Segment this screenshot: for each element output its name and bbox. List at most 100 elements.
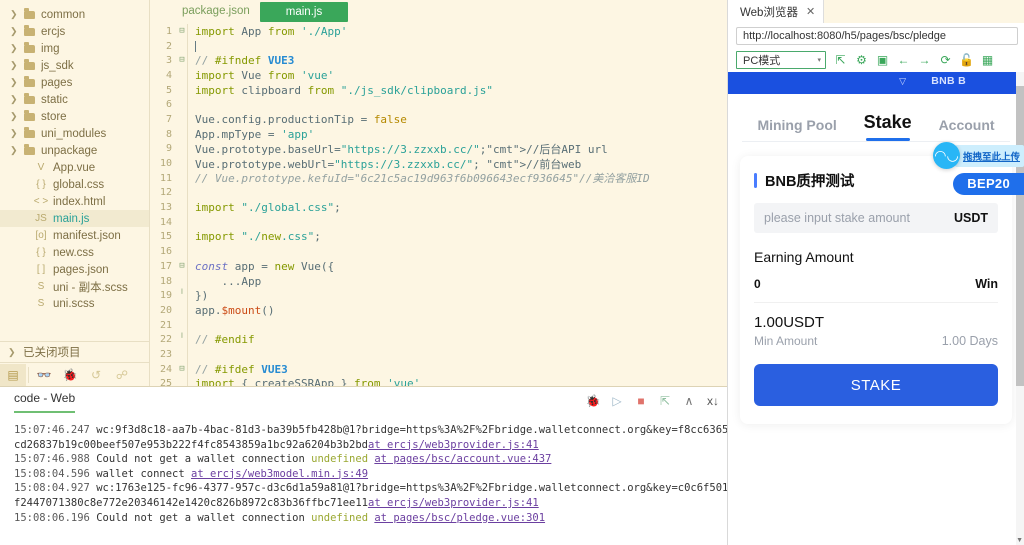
stake-amount-placeholder: please input stake amount: [764, 211, 910, 225]
search-icon[interactable]: 👓: [31, 364, 57, 386]
forward-arrow-icon[interactable]: →: [914, 50, 935, 70]
collapse-icon[interactable]: ∧: [682, 394, 696, 408]
log-source-link[interactable]: at pages/bsc/pledge.vue:301: [374, 512, 545, 524]
settings-gear-icon[interactable]: ⚙: [851, 50, 872, 70]
bug-icon[interactable]: 🐞: [586, 394, 601, 408]
tree-item-new-css[interactable]: { } new.css: [0, 244, 149, 261]
tree-item-index-html[interactable]: < > index.html: [0, 193, 149, 210]
console-tab-code-web[interactable]: code - Web: [14, 389, 76, 413]
scroll-down-arrow-icon[interactable]: ▼: [1016, 537, 1023, 544]
editor-tab-main-js[interactable]: main.js: [259, 2, 349, 22]
device-mode-label: PC模式: [743, 55, 781, 67]
line-number: 23: [159, 348, 172, 360]
code-fold-icon[interactable]: ⊟: [177, 261, 187, 271]
code-fold-icon[interactable]: ⊟: [177, 56, 187, 65]
chevron-right-icon[interactable]: ❯: [10, 44, 20, 53]
code-fold-icon[interactable]: ⊟: [177, 26, 187, 36]
page-tab-stake[interactable]: Stake: [864, 112, 912, 141]
line-number: 4: [165, 69, 172, 81]
back-arrow-icon[interactable]: ←: [893, 50, 914, 70]
tree-item-label: static: [41, 93, 68, 106]
code-fold-icon[interactable]: ╵: [177, 335, 187, 344]
tree-item-js-sdk[interactable]: ❯ js_sdk: [0, 57, 149, 74]
closed-projects-label: 已关闭项目: [23, 347, 81, 359]
debug-icon[interactable]: 🐞: [57, 364, 83, 386]
project-tree[interactable]: ❯ common ❯ ercjs ❯ img ❯ js_sdk ❯ pages ❯ static ❯ st…: [0, 0, 149, 339]
history-icon[interactable]: ↺: [83, 364, 109, 386]
tree-item-img[interactable]: ❯ img: [0, 40, 149, 57]
chevron-right-icon[interactable]: ❯: [10, 27, 20, 36]
tree-item-uni-scss[interactable]: Suni.scss: [0, 295, 149, 312]
tree-item-common[interactable]: ❯ common: [0, 6, 149, 23]
qrcode-icon[interactable]: ▦: [977, 50, 998, 70]
code-fold-icon[interactable]: ╵: [177, 291, 187, 300]
tree-item-app-vue[interactable]: V App.vue: [0, 159, 149, 176]
address-bar[interactable]: http://localhost:8080/h5/pages/bsc/pledg…: [736, 27, 1018, 45]
tree-item-label: uni.scss: [53, 297, 95, 310]
open-external-icon[interactable]: ⇱: [830, 50, 851, 70]
tree-item-ercjs[interactable]: ❯ ercjs: [0, 23, 149, 40]
chevron-right-icon[interactable]: ❯: [10, 10, 20, 19]
tree-item-store[interactable]: ❯ store: [0, 108, 149, 125]
log-message: wallet connect: [96, 467, 192, 480]
folder-icon: [22, 109, 36, 121]
lock-icon[interactable]: 🔓: [956, 50, 977, 70]
reload-icon[interactable]: ⟳: [935, 50, 956, 70]
console-log-line: 15:07:46.988 Could not get a wallet conn…: [14, 452, 734, 467]
browser-tab[interactable]: Web浏览器 ✕: [728, 0, 825, 23]
export-icon[interactable]: ⇱: [658, 394, 672, 408]
page-nav-tabs[interactable]: Mining Pool Stake Account: [728, 94, 1024, 141]
upload-float-button[interactable]: ◠◡ 拖拽至此上传: [932, 142, 1024, 169]
file-icon: S: [37, 281, 45, 292]
earning-row: 0 Win: [754, 277, 998, 291]
closed-projects-row[interactable]: ❯ 已关闭项目: [0, 342, 149, 362]
chevron-right-icon[interactable]: ❯: [10, 61, 20, 70]
tree-item-pages[interactable]: ❯ pages: [0, 74, 149, 91]
stake-button[interactable]: STAKE: [754, 364, 998, 406]
chevron-right-icon[interactable]: ❯: [10, 129, 20, 138]
line-number: 10: [159, 158, 172, 170]
browser-tab-label: Web浏览器: [740, 6, 798, 19]
tree-item-pages-json[interactable]: [ ] pages.json: [0, 261, 149, 278]
editor-tab-package-json[interactable]: package.json: [172, 2, 260, 20]
line-number: 8: [165, 128, 172, 140]
log-source-link[interactable]: at ercjs/web3provider.js:41: [368, 497, 539, 509]
chevron-right-icon[interactable]: ❯: [10, 95, 20, 104]
tree-item-global-css[interactable]: { } global.css: [0, 176, 149, 193]
chevron-right-icon[interactable]: ❯: [10, 112, 20, 121]
stake-amount-input[interactable]: please input stake amount USDT: [754, 203, 998, 233]
chevron-right-icon[interactable]: ❯: [10, 78, 20, 87]
file-icon: { }: [36, 247, 46, 258]
browser-icon-group[interactable]: ⇱ ⚙ ▣ ← → ⟳ 🔓 ▦: [830, 50, 998, 70]
log-source-link[interactable]: at ercjs/web3model.min.js:49: [191, 468, 368, 480]
console-toolbar[interactable]: 🐞 ▷ ■ ⇱ ∧ x↓: [586, 394, 734, 408]
console-icon[interactable]: ▣: [872, 50, 893, 70]
browser-viewport[interactable]: ▽ BNB B ◠◡ 拖拽至此上传 BEP20 Mining Pool Stake…: [728, 72, 1024, 545]
files-icon[interactable]: ▤: [0, 363, 26, 386]
ide-window: ❯ common ❯ ercjs ❯ img ❯ js_sdk ❯ pages ❯ static ❯ st…: [0, 0, 1024, 545]
gutter-divider: [187, 244, 188, 259]
scrollbar-thumb[interactable]: [1016, 86, 1024, 386]
page-tab-account[interactable]: Account: [939, 117, 995, 141]
run-icon[interactable]: ▷: [610, 394, 624, 408]
chain-badge[interactable]: BEP20: [953, 173, 1024, 195]
log-source-link[interactable]: at pages/bsc/account.vue:437: [374, 453, 551, 465]
tree-item-manifest-json[interactable]: [o] manifest.json: [0, 227, 149, 244]
gutter-divider: [187, 303, 188, 318]
tree-item-uni-scss[interactable]: Suni - 副本.scss: [0, 278, 149, 295]
folder-icon: [22, 126, 36, 138]
stop-icon[interactable]: ■: [634, 394, 648, 408]
tree-item-main-js[interactable]: JS main.js: [0, 210, 149, 227]
device-mode-select[interactable]: PC模式 ▾: [736, 51, 826, 69]
sidebar-toolbar[interactable]: ▤ 👓 🐞 ↺ ☍: [0, 362, 149, 386]
chevron-right-icon[interactable]: ❯: [10, 146, 20, 155]
log-source-link[interactable]: at ercjs/web3provider.js:41: [368, 439, 539, 451]
tree-item-uni-modules[interactable]: ❯ uni_modules: [0, 125, 149, 142]
clear-icon[interactable]: x↓: [706, 394, 720, 408]
plugin-icon[interactable]: ☍: [109, 364, 135, 386]
page-tab-mining-pool[interactable]: Mining Pool: [757, 117, 836, 141]
tree-item-static[interactable]: ❯ static: [0, 91, 149, 108]
tree-item-unpackage[interactable]: ❯ unpackage: [0, 142, 149, 159]
code-fold-icon[interactable]: ⊟: [177, 364, 187, 374]
close-icon[interactable]: ✕: [806, 5, 815, 18]
